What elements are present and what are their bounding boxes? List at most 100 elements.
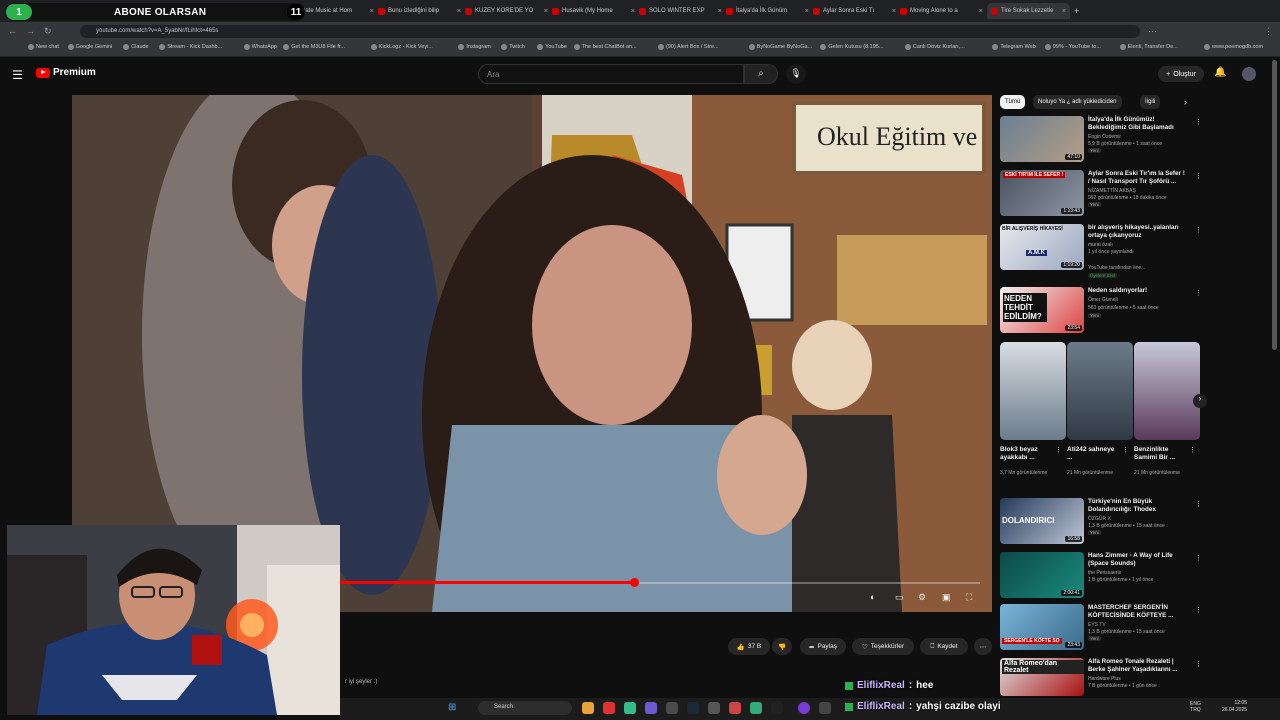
search-icon[interactable]: ⌕	[744, 64, 778, 84]
reload-icon[interactable]: ↻	[44, 26, 52, 37]
thanks-button[interactable]: ♡ Teşekkürler	[852, 638, 914, 655]
kebab-menu-icon[interactable]: ⋮	[1195, 172, 1202, 180]
app-icon[interactable]	[819, 702, 831, 714]
bookmark-item[interactable]: Instagram	[458, 44, 491, 50]
more-actions-button[interactable]: ⋯	[974, 638, 992, 655]
bookmark-item[interactable]: www.peemogdb.com	[1204, 44, 1263, 50]
settings-icon[interactable]	[708, 702, 720, 714]
kebab-menu-icon[interactable]: ⋮	[1195, 500, 1202, 508]
bookmark-item[interactable]: Stream - Kick Dashb...	[159, 44, 222, 50]
youtube-logo[interactable]: Premium	[36, 67, 96, 78]
opera-icon[interactable]	[603, 702, 615, 714]
kebab-menu-icon[interactable]: ⋮	[1195, 118, 1202, 126]
taskbar-search[interactable]: Search	[478, 701, 572, 715]
kebab-menu-icon[interactable]: ⋮	[1195, 660, 1202, 668]
chrome-icon[interactable]	[624, 702, 636, 714]
fullscreen-icon[interactable]: ⛶	[966, 592, 972, 603]
kebab-menu-icon[interactable]: ⋮	[1195, 606, 1202, 614]
windows-start-icon[interactable]: ⊞	[448, 702, 456, 713]
kebab-menu-icon[interactable]: ⋮	[1195, 289, 1202, 297]
bookmark-item[interactable]: Claude	[123, 44, 149, 50]
page-scrollbar[interactable]	[1272, 60, 1277, 350]
tab-close-icon[interactable]: ×	[892, 8, 896, 15]
recommendation-item[interactable]: 47:10 İtalya'da İlk Günümüz! Beklediğimi…	[1000, 116, 1202, 164]
chevron-right-icon[interactable]: ›	[1184, 97, 1187, 107]
system-clock[interactable]: 12:05 26.04.2025	[1222, 700, 1247, 714]
kebab-menu-icon[interactable]: ⋮	[1189, 446, 1196, 454]
like-button[interactable]: 👍 37 B	[728, 638, 770, 655]
short-thumbnail[interactable]	[1000, 342, 1066, 440]
discord-icon[interactable]	[645, 702, 657, 714]
short-thumbnail[interactable]	[1067, 342, 1133, 440]
tab-close-icon[interactable]: ×	[457, 8, 461, 15]
bookmark-item[interactable]: The best ChatBot an...	[573, 44, 637, 50]
obs-icon[interactable]	[771, 702, 783, 714]
browser-tab[interactable]: Aylar Sonra Eski Tı ×	[813, 3, 896, 19]
steam-icon[interactable]	[687, 702, 699, 714]
avatar[interactable]	[1242, 67, 1256, 81]
short-thumbnail[interactable]	[1134, 342, 1200, 440]
app-icon[interactable]	[729, 702, 741, 714]
forward-icon[interactable]: →	[26, 26, 35, 36]
kebab-menu-icon[interactable]: ⋮	[1195, 554, 1202, 562]
bookmark-item[interactable]: (90) Alert Box / Stre...	[658, 44, 719, 50]
bookmark-item[interactable]: WhatsApp	[243, 44, 277, 50]
browser-tab[interactable]: İtalya'da İlk Günüm ×	[726, 3, 809, 19]
recommendation-item[interactable]: DOLANDIRICI 16:58 Türkiye'nin En Büyük D…	[1000, 498, 1202, 546]
browser-menu-icon[interactable]: ⋮	[1264, 26, 1273, 37]
kebab-menu-icon[interactable]: ⋮	[1055, 446, 1062, 454]
bookmark-item[interactable]: Canlı Döviz Kurları,...	[904, 44, 965, 50]
save-button[interactable]: ⎕ Kaydet	[920, 638, 968, 655]
share-button[interactable]: ➦ Paylaş	[800, 638, 846, 655]
extensions-icon[interactable]: ⋯	[1148, 26, 1157, 37]
bookmark-item[interactable]: Twitch	[501, 44, 525, 50]
chip-uploader[interactable]: Noluyo Ya ¿ adlı yüklediciden	[1033, 95, 1122, 109]
tab-close-icon[interactable]: ×	[370, 8, 374, 15]
tab-close-icon[interactable]: ×	[631, 8, 635, 15]
create-button[interactable]: + Oluştur	[1158, 66, 1204, 82]
browser-tab[interactable]: Tire Sokak Lezzetle ×	[987, 3, 1070, 19]
browser-tab[interactable]: KUZEY KORE'DE YO ×	[465, 3, 548, 19]
tab-close-icon[interactable]: ×	[805, 8, 809, 15]
bookmark-item[interactable]: Elenti, Transfer De...	[1119, 44, 1178, 50]
chip-related[interactable]: İlgili	[1140, 95, 1161, 109]
recommendation-item[interactable]: NEDEN TEHDİT EDİLDİM? 23:54 Neden saldır…	[1000, 287, 1202, 335]
url-field[interactable]: youtube.com/watch?v=A_5yabNr/fLihfct=465…	[80, 25, 1140, 38]
bookmark-item[interactable]: KickLogz - Kick Veyi...	[370, 44, 433, 50]
bookmark-item[interactable]: ByNoGame ByNoGa...	[748, 44, 812, 50]
autoplay-toggle-icon[interactable]: ◐	[870, 592, 875, 602]
bookmark-item[interactable]: Gelen Kutusu (8.195...	[820, 44, 883, 50]
hamburger-menu-icon[interactable]: ☰	[12, 68, 23, 82]
tab-close-icon[interactable]: ×	[718, 8, 722, 15]
file-explorer-icon[interactable]	[582, 702, 594, 714]
recommendation-item[interactable]: SERGEN'LE KÖFTE SO 23:43 MASTERCHEF SERG…	[1000, 604, 1202, 652]
bookmark-item[interactable]: New chat	[28, 44, 59, 50]
shorts-next-icon[interactable]: ›	[1193, 394, 1207, 408]
dislike-button[interactable]: 👎	[772, 638, 792, 655]
scrubber-handle[interactable]	[630, 578, 639, 587]
recommendation-item[interactable]: BİR ALIŞVERİŞ HİKAYESİ A.M.K 1:19:20 bir…	[1000, 224, 1202, 284]
tab-close-icon[interactable]: ×	[1062, 8, 1066, 15]
browser-tab[interactable]: Moving Alone to a ×	[900, 3, 983, 19]
chip-all[interactable]: Tümü	[1000, 95, 1026, 109]
tab-close-icon[interactable]: ×	[544, 8, 548, 15]
new-tab-icon[interactable]: +	[1074, 3, 1086, 19]
app-icon[interactable]	[666, 702, 678, 714]
microphone-icon[interactable]: 🎙	[786, 64, 806, 84]
settings-gear-icon[interactable]: ⚙	[918, 592, 926, 603]
bookmark-item[interactable]: Get the M3U8 File fr...	[283, 44, 345, 50]
language-indicator[interactable]: ENG TRQ	[1190, 701, 1201, 713]
twitch-icon[interactable]	[798, 702, 810, 714]
recommendation-item[interactable]: ESKİ TIR'IM İLE SEFER ! 1:13:43 Aylar So…	[1000, 170, 1202, 218]
kebab-menu-icon[interactable]: ⋮	[1195, 226, 1202, 234]
bookmark-item[interactable]: YouTube	[537, 44, 567, 50]
back-icon[interactable]: ←	[8, 26, 17, 36]
app-icon[interactable]	[750, 702, 762, 714]
notifications-bell-icon[interactable]: 🔔	[1214, 67, 1226, 78]
search-input[interactable]: Ara	[478, 64, 744, 84]
bookmark-item[interactable]: 99% - YouTube to...	[1044, 44, 1101, 50]
browser-tab[interactable]: SOLO WINTER EXP ×	[639, 3, 722, 19]
browser-tab[interactable]: Husavik (My Home ×	[552, 3, 635, 19]
tab-close-icon[interactable]: ×	[979, 8, 983, 15]
recommendation-item[interactable]: 2:00:41 Hans Zimmer - A Way of Life (Spa…	[1000, 552, 1202, 600]
